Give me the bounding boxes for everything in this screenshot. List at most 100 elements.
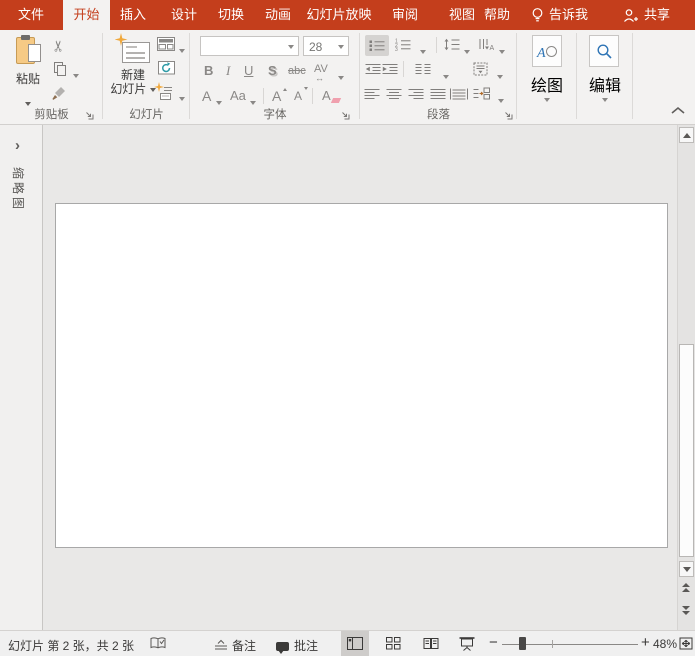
align-text-button[interactable] bbox=[473, 62, 488, 76]
align-right-button[interactable] bbox=[408, 88, 424, 100]
previous-slide-button[interactable] bbox=[682, 583, 690, 592]
zoom-slider-thumb[interactable] bbox=[519, 637, 526, 650]
normal-view-button[interactable] bbox=[341, 631, 369, 656]
grow-arrow-icon bbox=[283, 86, 288, 91]
bold-button[interactable]: B bbox=[204, 62, 213, 80]
slides-group-label: 幻灯片 bbox=[129, 109, 164, 121]
notes-label: 备注 bbox=[232, 639, 257, 653]
comments-button[interactable]: 批注 bbox=[276, 637, 318, 654]
zoom-in-button[interactable]: + bbox=[641, 634, 650, 652]
tab-file[interactable]: 文件 bbox=[10, 0, 52, 30]
align-right-icon bbox=[408, 88, 424, 100]
tell-me-tab[interactable]: 告诉我 bbox=[531, 0, 588, 30]
notes-icon bbox=[214, 639, 228, 652]
character-spacing-button[interactable]: AV ↔ bbox=[314, 60, 328, 83]
fit-to-window-button[interactable] bbox=[679, 637, 693, 650]
reset-slide-icon bbox=[158, 60, 175, 75]
text-direction-dropdown[interactable] bbox=[499, 43, 505, 61]
tab-slideshow[interactable]: 幻灯片放映 bbox=[302, 0, 376, 30]
columns-dropdown[interactable] bbox=[443, 68, 449, 86]
slide-sorter-icon bbox=[385, 637, 401, 650]
change-case-button[interactable]: Aa bbox=[230, 87, 246, 105]
line-spacing-dropdown[interactable] bbox=[464, 43, 470, 61]
numbering-button[interactable]: 1 2 3 bbox=[395, 38, 411, 51]
notes-button[interactable]: 备注 bbox=[214, 637, 256, 654]
text-shadow-button[interactable]: S bbox=[268, 62, 277, 80]
tab-animations[interactable]: 动画 bbox=[257, 0, 299, 30]
format-painter-button[interactable] bbox=[51, 85, 67, 101]
reading-view-button[interactable] bbox=[417, 631, 445, 656]
italic-button[interactable]: I bbox=[226, 62, 230, 80]
zoom-slider-tick bbox=[552, 640, 553, 648]
share-button[interactable]: 共享 bbox=[623, 0, 670, 30]
distribute-button[interactable] bbox=[450, 88, 468, 100]
tab-review[interactable]: 审阅 bbox=[384, 0, 426, 30]
decrease-indent-button[interactable] bbox=[365, 63, 381, 75]
scrollbar-thumb[interactable] bbox=[679, 344, 694, 557]
vertical-scrollbar[interactable] bbox=[677, 125, 695, 630]
expand-pane-chevron-icon[interactable]: › bbox=[15, 137, 20, 154]
triangle-up-icon bbox=[682, 132, 691, 138]
decrease-indent-icon bbox=[365, 63, 381, 75]
bullets-button[interactable] bbox=[365, 35, 389, 56]
scroll-down-button[interactable] bbox=[679, 561, 694, 577]
slide-sorter-view-button[interactable] bbox=[379, 631, 407, 656]
new-slide-button[interactable]: 新建 幻灯片 bbox=[109, 33, 157, 113]
align-left-button[interactable] bbox=[364, 88, 380, 100]
align-text-dropdown[interactable] bbox=[497, 68, 503, 86]
group-font: 28 B I U S abc AV ↔ A Aa A A A 字体 bbox=[190, 30, 360, 124]
ribbon: 粘贴 ✂ 剪贴板 新建 幻灯片 幻灯片 28 B I U S abc AV ↔ … bbox=[0, 30, 695, 125]
clipboard-dialog-launcher[interactable] bbox=[84, 110, 95, 121]
smartart-icon bbox=[473, 87, 490, 100]
paragraph-dialog-launcher[interactable] bbox=[503, 110, 514, 121]
thumbnail-pane-label[interactable]: 缩略图 bbox=[10, 167, 27, 212]
zoom-out-button[interactable]: − bbox=[489, 634, 498, 652]
tab-insert[interactable]: 插入 bbox=[112, 0, 154, 30]
svg-text:A: A bbox=[536, 46, 546, 61]
format-painter-icon bbox=[51, 85, 67, 101]
zoom-level[interactable]: 48% bbox=[653, 637, 677, 651]
justify-button[interactable] bbox=[430, 88, 446, 100]
reset-slide-button[interactable] bbox=[158, 60, 175, 75]
copy-dropdown[interactable] bbox=[73, 67, 79, 85]
bullets-icon bbox=[369, 39, 385, 52]
slide-counter[interactable]: 幻灯片 第 2 张，共 2 张 bbox=[8, 637, 134, 654]
underline-button[interactable]: U bbox=[244, 62, 253, 80]
tab-home[interactable]: 开始 bbox=[63, 0, 110, 30]
line-spacing-button[interactable] bbox=[444, 38, 460, 51]
slideshow-view-button[interactable] bbox=[453, 631, 481, 656]
text-direction-button[interactable]: A bbox=[478, 38, 494, 51]
collapse-ribbon-button[interactable] bbox=[670, 106, 686, 115]
cut-button[interactable]: ✂ bbox=[49, 40, 67, 53]
font-dialog-launcher[interactable] bbox=[340, 110, 351, 121]
scroll-up-button[interactable] bbox=[679, 127, 694, 143]
copy-button[interactable] bbox=[53, 61, 68, 77]
font-name-combobox[interactable] bbox=[200, 36, 299, 56]
font-color-button[interactable]: A bbox=[202, 87, 211, 105]
layout-button[interactable] bbox=[157, 37, 175, 51]
section-button[interactable] bbox=[154, 82, 173, 100]
paste-button[interactable]: 粘贴 bbox=[8, 33, 48, 113]
shrink-font-button[interactable]: A bbox=[294, 87, 309, 105]
columns-button[interactable] bbox=[415, 63, 431, 75]
align-center-button[interactable] bbox=[386, 88, 402, 100]
grow-font-button[interactable]: A bbox=[272, 87, 288, 105]
character-spacing-dropdown[interactable] bbox=[338, 69, 344, 87]
layout-dropdown[interactable] bbox=[179, 42, 185, 60]
strikethrough-button[interactable]: abc bbox=[288, 62, 306, 80]
editing-button[interactable]: 编辑 bbox=[577, 30, 633, 124]
increase-indent-button[interactable] bbox=[382, 63, 398, 75]
font-size-combobox[interactable]: 28 bbox=[303, 36, 349, 56]
clear-formatting-button[interactable]: A bbox=[322, 87, 341, 105]
slide[interactable] bbox=[55, 203, 668, 548]
align-text-icon bbox=[473, 62, 488, 76]
numbering-dropdown[interactable] bbox=[420, 43, 426, 61]
tab-transitions[interactable]: 切换 bbox=[210, 0, 252, 30]
tab-help[interactable]: 帮助 bbox=[476, 0, 518, 30]
next-slide-button[interactable] bbox=[682, 606, 690, 615]
drawing-button[interactable]: A 绘图 bbox=[517, 30, 577, 124]
tab-design[interactable]: 设计 bbox=[163, 0, 205, 30]
double-up-icon bbox=[682, 583, 690, 587]
smartart-convert-button[interactable] bbox=[473, 87, 490, 100]
spell-check-button[interactable] bbox=[150, 636, 167, 651]
